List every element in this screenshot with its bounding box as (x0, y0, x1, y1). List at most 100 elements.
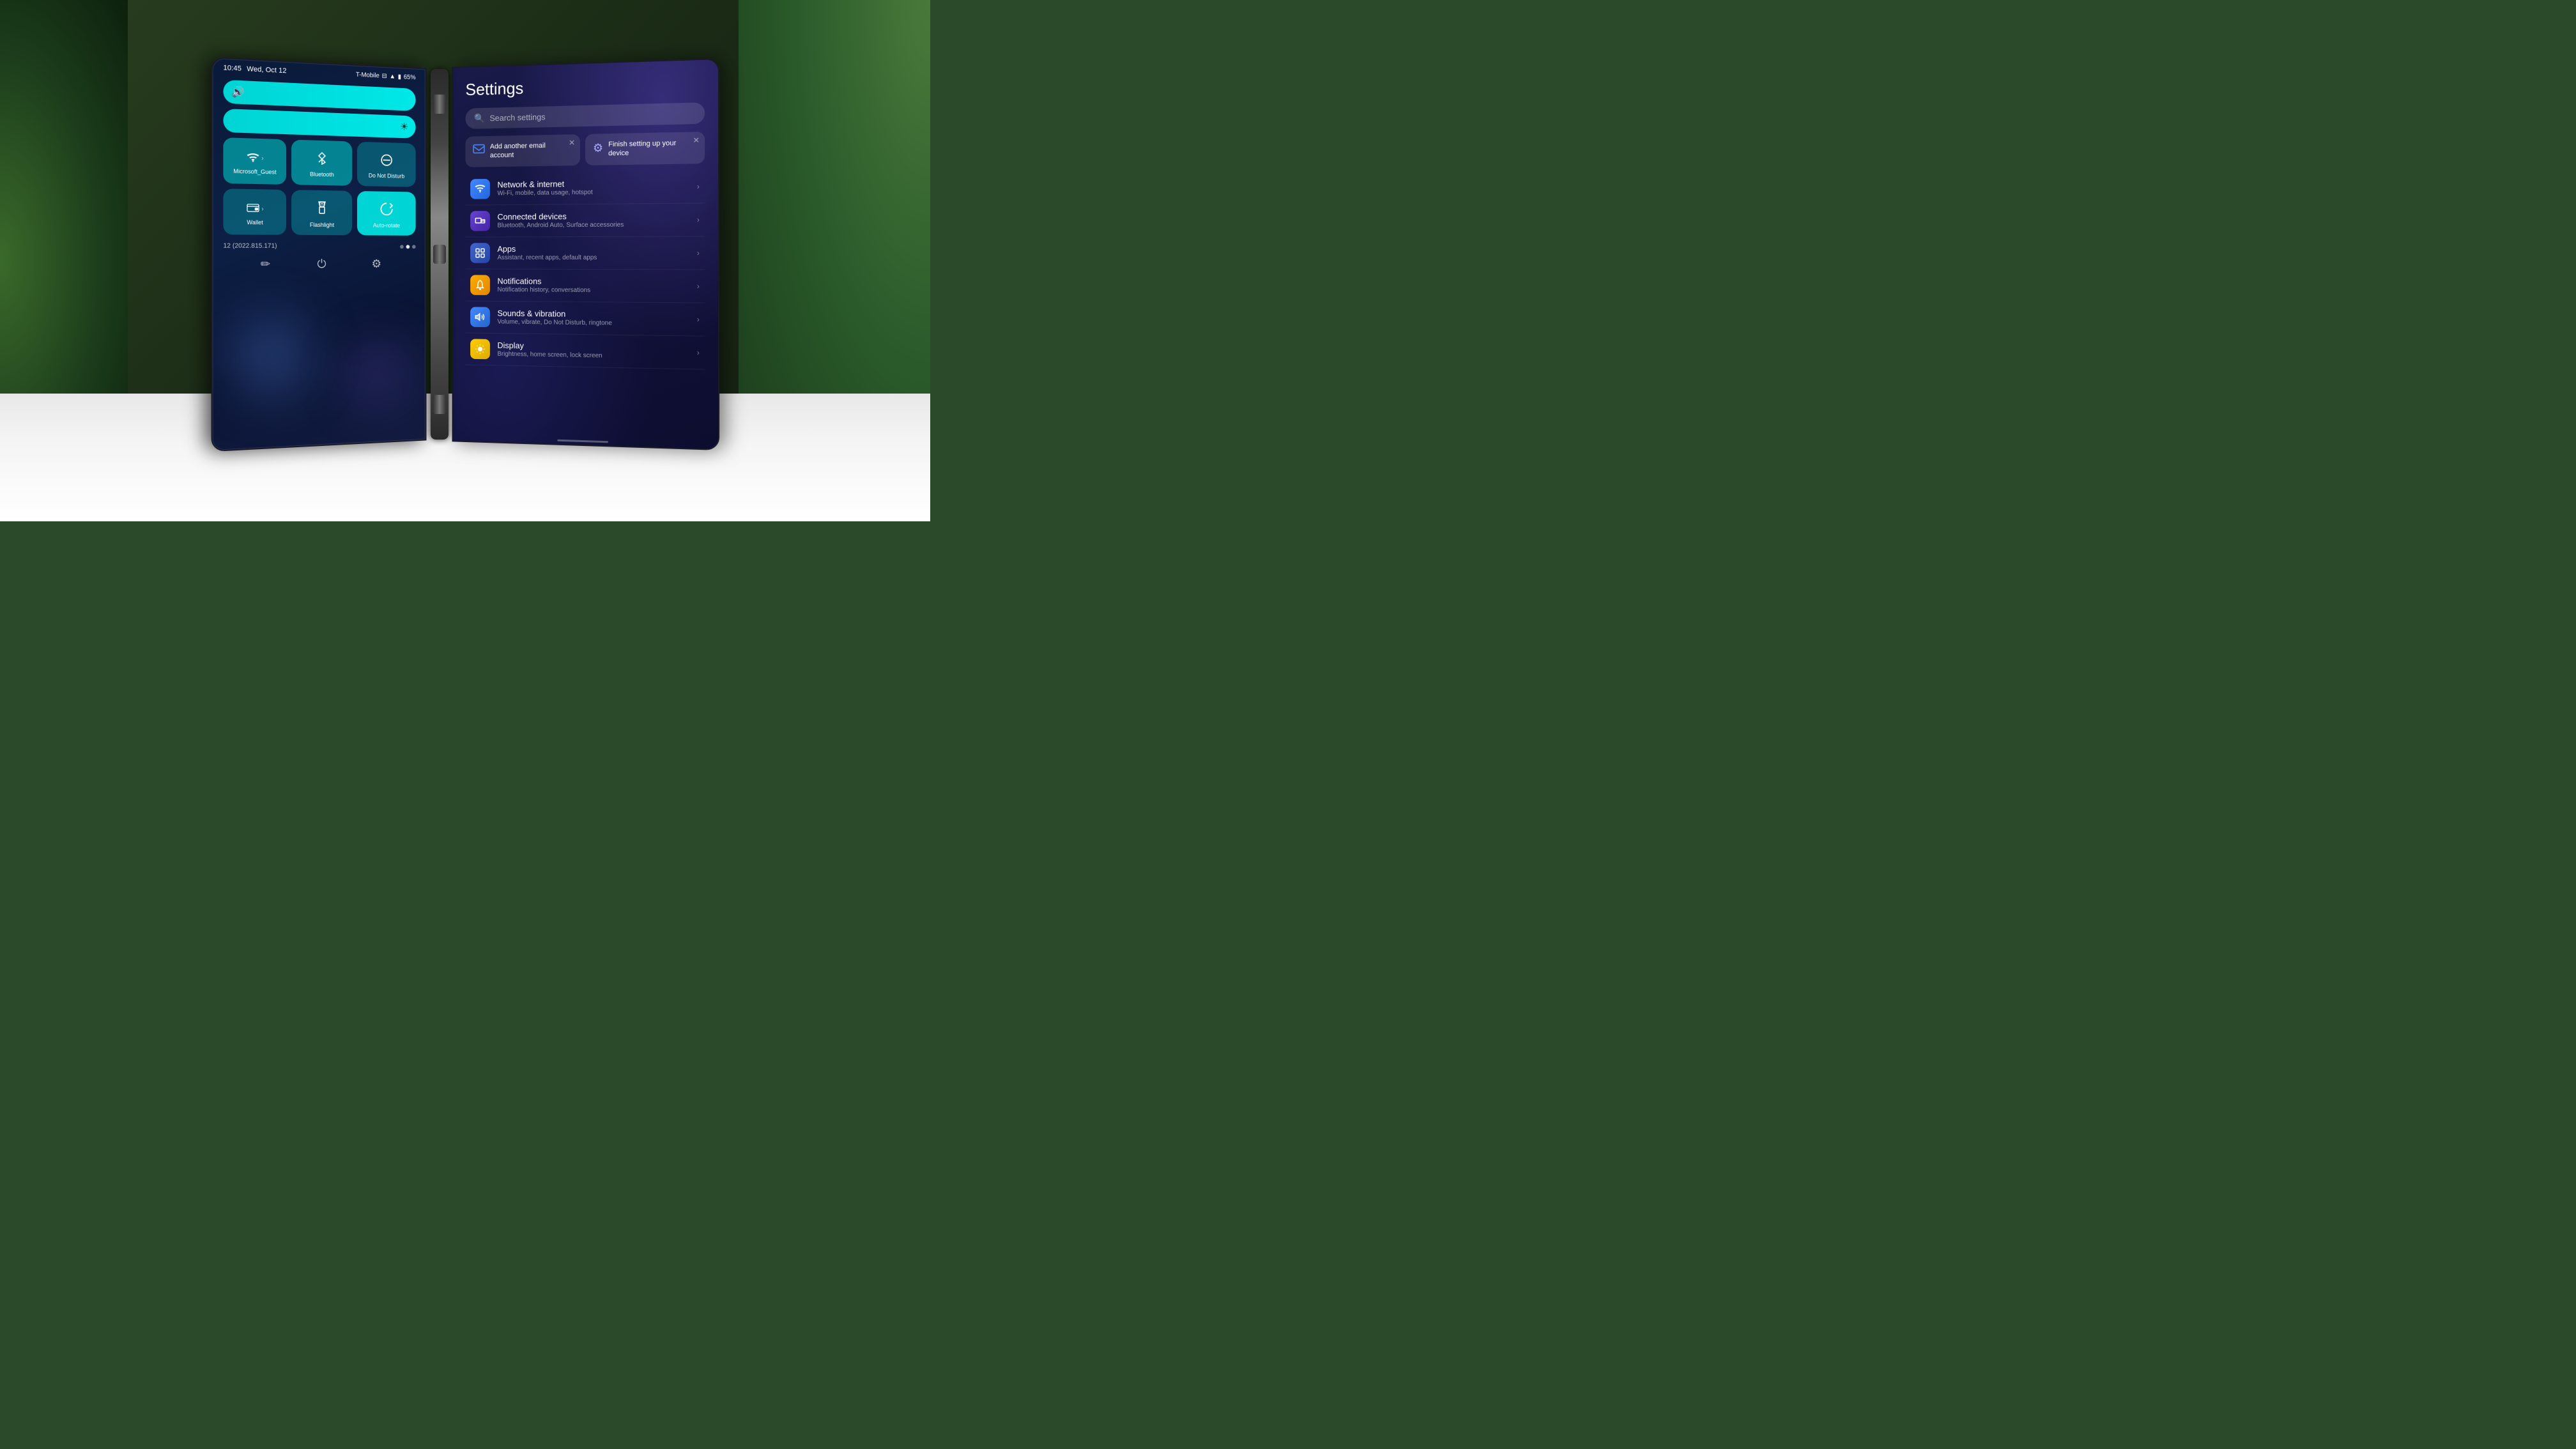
network-icon (470, 179, 490, 199)
settings-list: Network & internet Wi-Fi, mobile, data u… (465, 170, 705, 369)
sound-subtitle: Volume, vibrate, Do Not Disturb, rington… (497, 319, 689, 328)
notif-subtitle: Notification history, conversations (497, 286, 689, 295)
settings-screen: Settings 🔍 Search settings (453, 59, 718, 449)
email-card-icon (473, 144, 485, 157)
orb-blue (233, 317, 310, 397)
notifications-item[interactable]: Notifications Notification history, conv… (465, 269, 705, 303)
wifi-icon: ▲ (390, 73, 395, 80)
display-text: Display Brightness, home screen, lock sc… (497, 341, 689, 361)
dnd-tile[interactable]: Do Not Disturb (357, 142, 416, 187)
devices-text: Connected devices Bluetooth, Android Aut… (497, 211, 689, 229)
notif-text: Notifications Notification history, conv… (497, 277, 689, 295)
sound-icon (470, 307, 490, 327)
wifi-arrow: › (261, 155, 263, 162)
sound-text: Sounds & vibration Volume, vibrate, Do N… (497, 309, 689, 328)
qs-bottom-bar: ✏ ⏻ ⚙ (223, 252, 415, 277)
phone-hinge (431, 69, 448, 440)
wallet-tile[interactable]: › Wallet (223, 188, 286, 234)
volume-icon: 🔊 (231, 86, 245, 99)
search-placeholder-text: Search settings (489, 112, 545, 123)
search-bar[interactable]: 🔍 Search settings (465, 102, 705, 129)
apps-item[interactable]: Apps Assistant, recent apps, default app… (465, 236, 705, 270)
wifi-tile[interactable]: › Microsoft_Guest (223, 137, 286, 185)
page-dots (400, 245, 416, 249)
flashlight-tile[interactable]: Flashlight (291, 190, 352, 235)
carrier-display: T-Mobile (356, 71, 379, 79)
network-chevron: › (697, 181, 700, 190)
settings-title: Settings (465, 73, 705, 100)
flashlight-tile-label: Flashlight (310, 221, 334, 228)
notif-chevron: › (697, 281, 700, 290)
finish-setup-card[interactable]: ⚙ Finish setting up your device ✕ (585, 132, 705, 165)
quick-tiles-grid: › Microsoft_Guest Bluetooth (223, 137, 415, 236)
network-text: Network & internet Wi-Fi, mobile, data u… (497, 178, 689, 197)
autorotate-icon (380, 202, 394, 220)
hinge-top (433, 95, 446, 114)
apps-text: Apps Assistant, recent apps, default app… (497, 244, 689, 261)
wallet-icon (247, 201, 260, 217)
wifi-tile-icon (247, 151, 260, 166)
battery-icon: ▮ (398, 73, 401, 80)
power-icon[interactable]: ⏻ (317, 257, 326, 271)
autorotate-tile-label: Auto-rotate (373, 222, 401, 229)
signal-icon: ⊟ (382, 72, 387, 79)
network-internet-item[interactable]: Network & internet Wi-Fi, mobile, data u… (465, 170, 705, 205)
dot-3 (412, 245, 416, 249)
apps-subtitle: Assistant, recent apps, default apps (497, 254, 689, 261)
brightness-icon: ☀ (400, 121, 409, 134)
apps-chevron: › (697, 248, 700, 257)
suggestion-cards: Add another email account ✕ ⚙ Finish set… (465, 132, 705, 167)
version-text: 12 (2022.815.171) (223, 243, 277, 250)
devices-subtitle: Bluetooth, Android Auto, Surface accesso… (497, 221, 689, 229)
orb-purple (346, 341, 407, 406)
email-suggestion-card[interactable]: Add another email account ✕ (465, 134, 580, 167)
apps-title: Apps (497, 244, 689, 254)
dnd-tile-label: Do Not Disturb (369, 172, 404, 180)
sound-chevron: › (697, 314, 700, 323)
notif-title: Notifications (497, 277, 689, 287)
devices-chevron: › (697, 215, 700, 224)
dot-2 (406, 245, 410, 249)
foldable-device: 10:45 Wed, Oct 12 T-Mobile ⊟ ▲ ▮ 65% 🔊 (213, 56, 717, 446)
devices-title: Connected devices (497, 211, 689, 222)
quick-settings-content: 🔊 ☀ (213, 74, 425, 282)
search-icon: 🔍 (474, 113, 485, 124)
finish-card-text: Finish setting up your device (608, 139, 697, 158)
volume-slider[interactable]: 🔊 (223, 80, 415, 111)
display-chevron: › (697, 348, 700, 356)
notif-icon (470, 275, 490, 295)
status-icons: T-Mobile ⊟ ▲ ▮ 65% (356, 71, 416, 80)
network-subtitle: Wi-Fi, mobile, data usage, hotspot (497, 188, 689, 197)
email-card-text: Add another email account (490, 141, 572, 160)
wallet-tile-label: Wallet (247, 219, 263, 226)
bluetooth-tile[interactable]: Bluetooth (291, 140, 352, 186)
finish-card-icon: ⚙ (593, 141, 603, 155)
autorotate-tile[interactable]: Auto-rotate (357, 191, 416, 236)
connected-devices-item[interactable]: Connected devices Bluetooth, Android Aut… (465, 203, 705, 237)
hinge-middle (433, 245, 446, 264)
bluetooth-tile-label: Bluetooth (310, 171, 334, 178)
email-card-close[interactable]: ✕ (569, 138, 575, 147)
left-screen: 10:45 Wed, Oct 12 T-Mobile ⊟ ▲ ▮ 65% 🔊 (211, 57, 427, 452)
wifi-tile-label: Microsoft_Guest (233, 168, 276, 176)
devices-icon (470, 211, 490, 231)
finish-card-close[interactable]: ✕ (693, 135, 699, 144)
hinge-bottom (433, 395, 446, 414)
settings-content: Settings 🔍 Search settings (453, 59, 718, 449)
date-display: Wed, Oct 12 (247, 65, 286, 75)
dnd-icon (381, 153, 393, 170)
battery-pct: 65% (404, 73, 416, 81)
wallet-arrow: › (261, 206, 263, 213)
edit-icon[interactable]: ✏ (261, 257, 270, 271)
display-item[interactable]: Display Brightness, home screen, lock sc… (465, 333, 705, 369)
time-display: 10:45 (223, 64, 241, 73)
flashlight-icon (316, 201, 328, 218)
apps-icon (470, 243, 490, 263)
status-time-date: 10:45 Wed, Oct 12 (223, 64, 286, 75)
right-screen: Settings 🔍 Search settings (452, 58, 719, 450)
brightness-slider[interactable]: ☀ (223, 109, 415, 139)
sound-item[interactable]: Sounds & vibration Volume, vibrate, Do N… (465, 301, 705, 336)
display-icon (470, 339, 490, 359)
gear-icon[interactable]: ⚙ (372, 257, 382, 271)
dot-1 (400, 245, 404, 249)
